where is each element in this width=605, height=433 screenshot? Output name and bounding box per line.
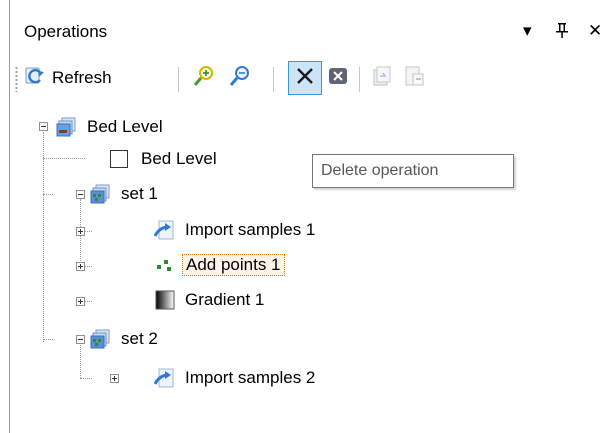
expand-toggle[interactable] (76, 227, 85, 236)
delete-icon (295, 66, 315, 91)
tree-connector (80, 378, 92, 379)
tree-item-import-samples-2[interactable]: Import samples 2 (153, 363, 318, 393)
tree-item-bed-level-layer[interactable]: Bed Level (110, 144, 220, 174)
tree-item-label: Gradient 1 (185, 290, 265, 309)
panel-title: Operations (24, 22, 108, 41)
refresh-icon (24, 65, 46, 92)
set-icon (90, 183, 112, 205)
expand-toggle[interactable] (76, 297, 85, 306)
toolbar-separator (273, 67, 274, 92)
tree-item-set-2[interactable]: set 2 (90, 324, 161, 354)
import-icon (153, 367, 176, 389)
zoom-in-button[interactable] (192, 62, 216, 94)
remove-button[interactable] (328, 62, 348, 94)
tree-item-label: Import samples 2 (185, 368, 316, 387)
remove-icon (328, 66, 348, 91)
collapse-toggle[interactable] (39, 122, 48, 131)
tree-connector (80, 345, 81, 378)
tree-connector (43, 194, 53, 195)
collapse-toggle[interactable] (76, 335, 85, 344)
operations-tree: Bed Level Bed Level set 1 Import samples… (10, 105, 605, 405)
tree-item-gradient-1[interactable]: Gradient 1 (154, 285, 267, 315)
tree-item-import-samples-1[interactable]: Import samples 1 (153, 215, 318, 245)
operations-toolbar: Refresh (10, 60, 605, 100)
copy-icon (371, 65, 393, 92)
import-icon (153, 219, 176, 241)
zoom-out-button[interactable] (228, 62, 252, 94)
refresh-label: Refresh (52, 68, 112, 87)
copy-button[interactable] (371, 62, 393, 94)
expand-toggle[interactable] (110, 374, 119, 383)
paste-button[interactable] (403, 62, 425, 94)
delete-operation-button[interactable] (288, 61, 322, 95)
paste-icon (403, 65, 425, 92)
close-icon[interactable]: ✕ (588, 20, 602, 42)
add-points-icon (154, 254, 176, 276)
set-icon (90, 328, 112, 350)
dataset-icon (56, 116, 78, 138)
tree-item-add-points-1[interactable]: Add points 1 (154, 250, 285, 280)
zoom-out-icon (228, 64, 252, 93)
tree-connector (43, 158, 85, 159)
tree-item-label: Import samples 1 (185, 220, 316, 239)
refresh-button[interactable]: Refresh (24, 62, 112, 94)
pin-icon[interactable] (555, 20, 569, 46)
tree-item-label: Add points 1 (182, 254, 285, 276)
tree-item-label: set 2 (121, 329, 158, 348)
toolbar-separator (359, 67, 360, 92)
tree-item-label: Bed Level (87, 117, 163, 136)
tree-item-bed-level-dataset[interactable]: Bed Level (56, 112, 166, 142)
tree-connector (43, 339, 53, 340)
tooltip: Delete operation (312, 154, 514, 188)
collapse-toggle[interactable] (76, 190, 85, 199)
panel-title-bar: Operations ▾ ✕ (10, 0, 605, 60)
expand-toggle[interactable] (76, 262, 85, 271)
tree-item-label: set 1 (121, 184, 158, 203)
tree-item-label: Bed Level (141, 149, 217, 168)
layer-visibility-checkbox[interactable] (110, 150, 128, 168)
dropdown-icon[interactable]: ▾ (523, 20, 532, 42)
tree-connector (43, 132, 44, 342)
tree-item-set-1[interactable]: set 1 (90, 179, 161, 209)
toolbar-separator (178, 67, 179, 92)
toolbar-grip[interactable] (15, 66, 18, 92)
operations-panel: Operations ▾ ✕ Refresh Bed Level Bed Lev… (0, 0, 605, 433)
gradient-icon (154, 289, 176, 311)
zoom-in-icon (192, 64, 216, 93)
